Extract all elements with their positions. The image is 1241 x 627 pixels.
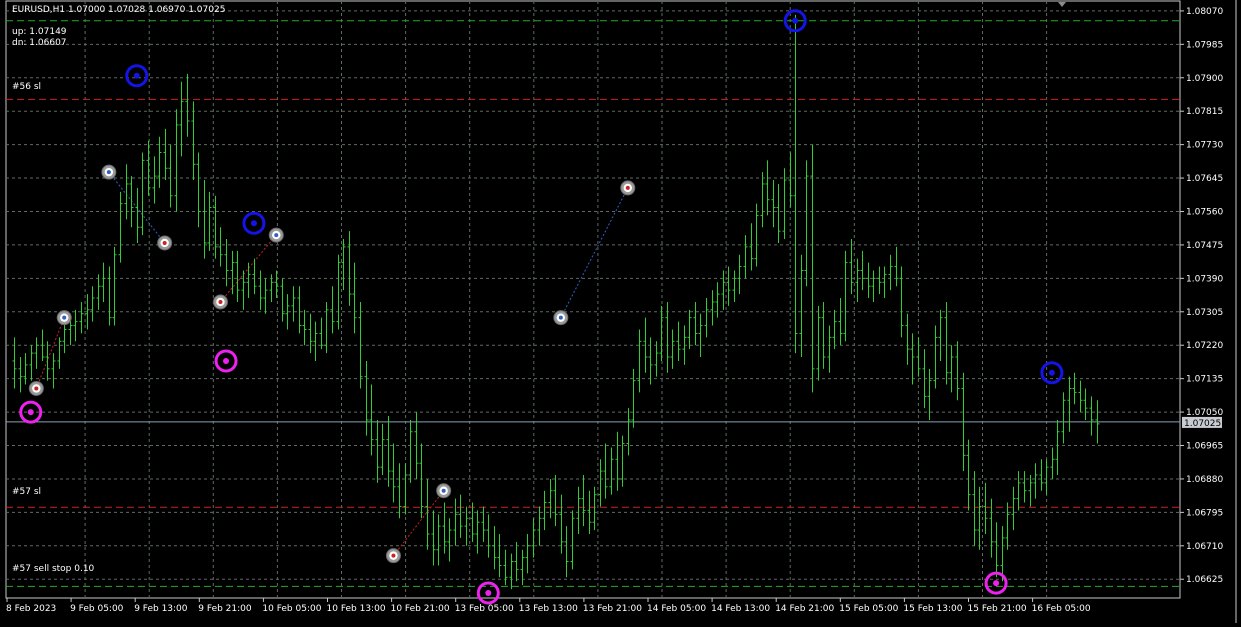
trade-marker-icon[interactable]: [28, 380, 44, 396]
price-tick-label: 1.07475: [1186, 241, 1223, 251]
trade-marker-icon[interactable]: [620, 180, 636, 196]
trade-marker-icon[interactable]: [553, 310, 569, 326]
dn-label: dn: 1.06607: [12, 38, 67, 48]
trade-marker-dot: [162, 240, 167, 245]
trade-marker-dot: [106, 170, 111, 175]
trade-marker-dot: [218, 299, 223, 304]
price-tick-label: 1.06880: [1186, 475, 1223, 485]
trade-marker-icon[interactable]: [268, 227, 284, 243]
price-tick-label: 1.07645: [1186, 174, 1223, 184]
time-tick-label: 13 Feb 05:00: [455, 604, 514, 614]
swing-low-dot: [223, 357, 230, 364]
price-tick-label: 1.06795: [1186, 508, 1223, 518]
time-tick-label: 14 Feb 05:00: [647, 604, 706, 614]
time-tick-label: 15 Feb 21:00: [968, 604, 1027, 614]
trade-marker-dot: [441, 488, 446, 493]
swing-high-dot: [133, 72, 140, 79]
trade-marker-icon[interactable]: [436, 483, 452, 499]
swing-low-dot: [993, 580, 1000, 587]
sl57-label: #57 sl: [12, 487, 41, 497]
chart-title: EURUSD,H1 1.07000 1.07028 1.06970 1.0702…: [12, 5, 225, 15]
trade-marker-icon[interactable]: [101, 164, 117, 180]
price-tick-label: 1.06625: [1186, 575, 1223, 585]
time-tick-label: 14 Feb 13:00: [711, 604, 770, 614]
time-tick-label: 10 Feb 21:00: [391, 604, 450, 614]
trade-marker-icon[interactable]: [157, 235, 173, 251]
time-tick-label: 13 Feb 13:00: [519, 604, 578, 614]
time-tick-label: 14 Feb 21:00: [775, 604, 834, 614]
price-tick-label: 1.06710: [1186, 542, 1223, 552]
price-tick-label: 1.07900: [1186, 74, 1223, 84]
trade-marker-dot: [62, 315, 67, 320]
price-tick-label: 1.07305: [1186, 308, 1223, 318]
chart-window[interactable]: 1.08070 1.07985 1.07900 1.07815 1.07730 1.076…: [0, 0, 1241, 623]
trade-marker-icon[interactable]: [212, 294, 228, 310]
price-tick-label: 1.07390: [1186, 274, 1223, 284]
time-tick-label: 9 Feb 05:00: [70, 604, 124, 614]
price-tick-label: 1.07815: [1186, 107, 1223, 117]
price-tick-label: 1.08070: [1186, 7, 1223, 17]
swing-high-dot: [250, 220, 257, 227]
trade-marker-dot: [558, 315, 563, 320]
trade-marker-dot: [625, 185, 630, 190]
sellstop57-label: #57 sell stop 0.10: [12, 564, 95, 574]
time-tick-label: 15 Feb 05:00: [839, 604, 898, 614]
trade-marker-icon[interactable]: [385, 548, 401, 564]
trade-marker-dot: [391, 553, 396, 558]
time-tick-label: 13 Feb 21:00: [583, 604, 642, 614]
price-chart[interactable]: 1.08070 1.07985 1.07900 1.07815 1.07730 1.076…: [0, 0, 1241, 623]
price-tick-label: 1.07985: [1186, 40, 1223, 50]
time-tick-label: 9 Feb 21:00: [198, 604, 252, 614]
trade-marker-icon[interactable]: [56, 310, 72, 326]
up-label: up: 1.07149: [12, 27, 67, 37]
bid-price-label: 1.07025: [1184, 419, 1221, 429]
price-tick-label: 1.06965: [1186, 442, 1223, 452]
swing-high-dot: [1048, 369, 1055, 376]
time-tick-label: 9 Feb 13:00: [134, 604, 188, 614]
swing-high-dot: [792, 17, 799, 24]
time-tick-label: 15 Feb 13:00: [903, 604, 962, 614]
price-tick-label: 1.07730: [1186, 141, 1223, 151]
time-tick-label: 16 Feb 05:00: [1032, 604, 1091, 614]
price-tick-label: 1.07560: [1186, 207, 1223, 217]
trade-marker-dot: [274, 233, 279, 238]
sl56-label: #56 sl: [12, 82, 41, 92]
price-tick-label: 1.07220: [1186, 341, 1223, 351]
time-tick-label: 10 Feb 05:00: [262, 604, 321, 614]
price-tick-label: 1.07135: [1186, 375, 1223, 385]
swing-low-dot: [27, 409, 34, 416]
time-tick-label: 8 Feb 2023: [6, 604, 56, 614]
price-tick-label: 1.07050: [1186, 408, 1223, 418]
swing-low-dot: [485, 590, 492, 596]
trade-marker-dot: [34, 386, 39, 391]
time-tick-label: 10 Feb 13:00: [327, 604, 386, 614]
